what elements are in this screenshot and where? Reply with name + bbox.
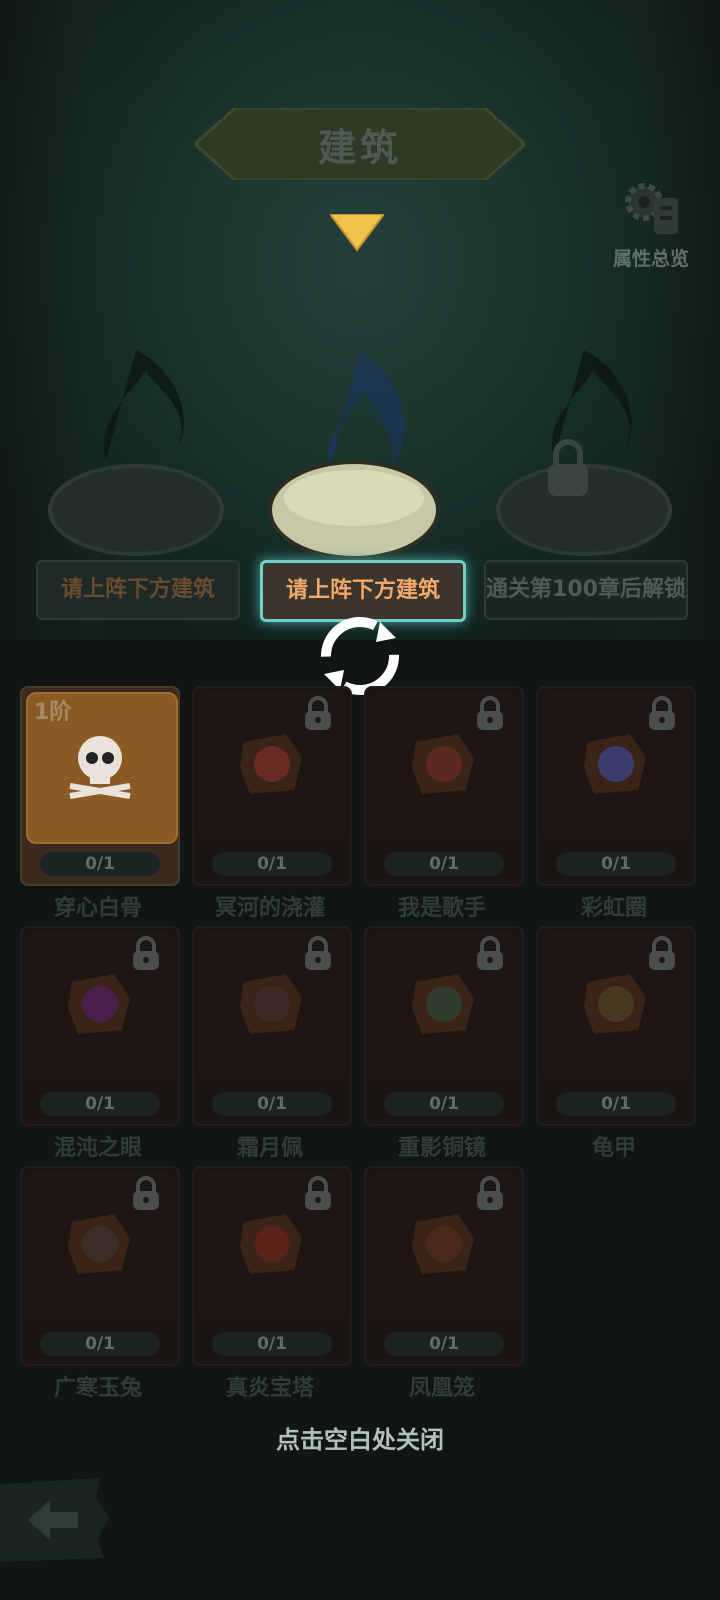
building-card[interactable]: 0/1 (20, 1166, 180, 1366)
build-slot-2[interactable]: 请上阵下方建筑 (250, 340, 470, 622)
lock-icon (305, 1176, 331, 1210)
eye-orb-icon (68, 974, 130, 1034)
card-name: 彩虹圈 (580, 896, 647, 921)
build-slot-3[interactable]: 通关第100章后解锁 (474, 340, 694, 620)
card-name: 霜月佩 (236, 1136, 303, 1161)
building-card[interactable]: 0/1 (536, 926, 696, 1126)
card-count: 0/1 (212, 1092, 332, 1116)
tier-badge: 1阶 (34, 700, 72, 725)
card-name: 龟甲 (591, 1136, 636, 1161)
attribute-overview-button[interactable]: 属性总览 (606, 180, 696, 270)
flame-pedestal-icon (48, 350, 224, 556)
pagoda-icon (240, 1214, 302, 1274)
card-count: 0/1 (212, 852, 332, 876)
building-card[interactable]: 0/1 (20, 926, 180, 1126)
card-count: 0/1 (40, 852, 160, 876)
slot-3-label: 通关第100章后解锁 (484, 560, 688, 620)
card-name: 我是歌手 (397, 896, 486, 921)
attribute-overview-label: 属性总览 (612, 248, 689, 270)
build-slot-1[interactable]: 请上阵下方建筑 (26, 340, 246, 620)
card-count: 0/1 (556, 852, 676, 876)
building-card[interactable]: 0/1 (364, 926, 524, 1126)
building-card[interactable]: 0/1 (364, 1166, 524, 1366)
card-name: 广寒玉兔 (53, 1376, 142, 1401)
rabbit-icon (68, 1214, 130, 1274)
card-count: 0/1 (212, 1332, 332, 1356)
building-card[interactable]: 1阶 0/1 (20, 686, 180, 886)
card-name: 混沌之眼 (53, 1136, 142, 1161)
building-card[interactable]: 0/1 (192, 1166, 352, 1366)
lock-icon (305, 936, 331, 970)
lock-icon (305, 696, 331, 730)
card-count: 0/1 (384, 852, 504, 876)
card-count: 0/1 (40, 1332, 160, 1356)
blue-flame-pedestal-icon (268, 350, 440, 560)
close-hint[interactable]: 点击空白处关闭 (0, 1420, 720, 1455)
slot-1-label: 请上阵下方建筑 (36, 560, 240, 620)
title-banner: 建筑 (195, 108, 525, 180)
card-count: 0/1 (40, 1092, 160, 1116)
card-count: 0/1 (556, 1092, 676, 1116)
turtle-shell-icon (584, 974, 646, 1034)
back-button[interactable] (0, 1478, 110, 1562)
card-name: 凤凰笼 (408, 1376, 475, 1401)
building-card[interactable]: 0/1 (192, 926, 352, 1126)
rainbow-spring-icon (584, 734, 646, 794)
card-count: 0/1 (384, 1092, 504, 1116)
card-name: 冥河的浇灌 (214, 896, 325, 921)
lock-icon (477, 1176, 503, 1210)
lock-icon (477, 936, 503, 970)
cage-icon (412, 1214, 474, 1274)
lock-icon (649, 936, 675, 970)
mirror-icon (412, 974, 474, 1034)
slot-2-label: 请上阵下方建筑 (260, 560, 466, 622)
refresh-icon[interactable] (320, 616, 400, 696)
building-card[interactable]: 0/1 (536, 686, 696, 886)
gear-icon (625, 183, 678, 234)
card-count: 0/1 (384, 1332, 504, 1356)
locked-pedestal-icon (496, 350, 672, 556)
building-card[interactable]: 0/1 (364, 686, 524, 886)
lock-icon (649, 696, 675, 730)
card-name: 重影铜镜 (397, 1136, 486, 1161)
lock-icon (133, 1176, 159, 1210)
skull-icon (69, 736, 131, 799)
lock-icon (133, 936, 159, 970)
down-arrow-icon (330, 214, 384, 252)
building-card[interactable]: 0/1 (192, 686, 352, 886)
watering-can-icon (240, 734, 302, 794)
moon-pendant-icon (240, 974, 302, 1034)
microphone-icon (412, 734, 474, 794)
lock-icon (477, 696, 503, 730)
card-name: 穿心白骨 (53, 896, 142, 921)
card-name: 真炎宝塔 (225, 1376, 314, 1401)
page-title: 建筑 (317, 125, 402, 170)
